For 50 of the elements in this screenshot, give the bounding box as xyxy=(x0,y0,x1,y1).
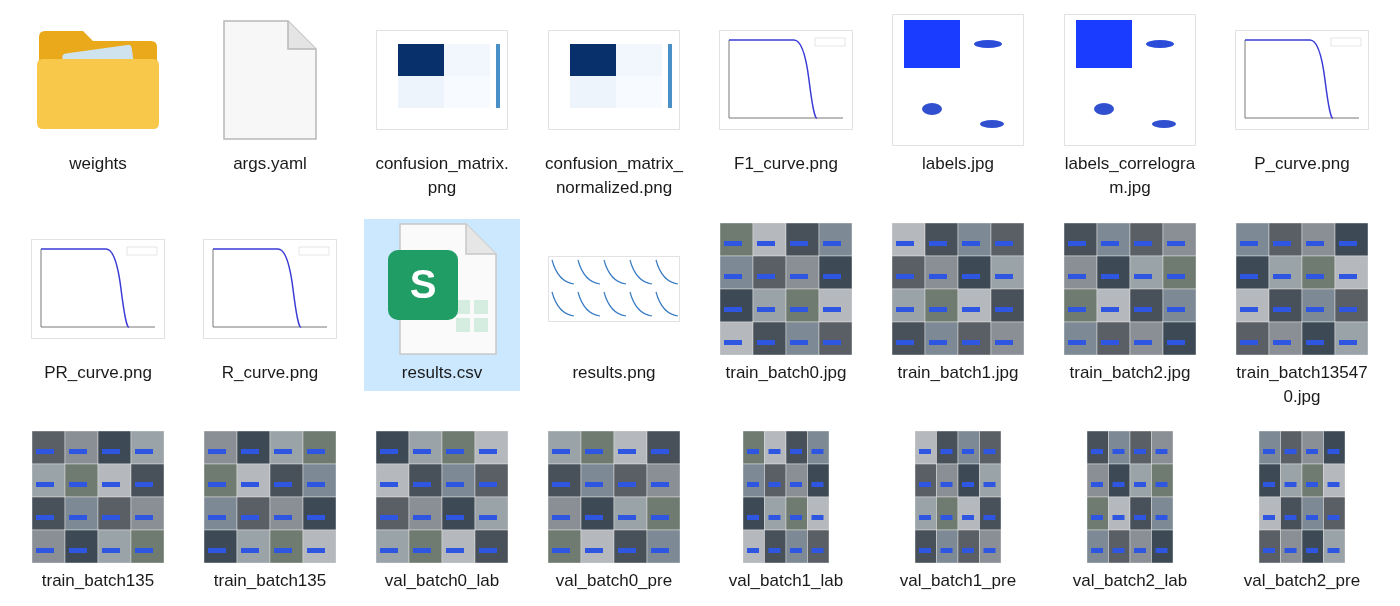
file-item[interactable]: labels.jpg xyxy=(880,10,1036,182)
folder-icon xyxy=(35,29,161,131)
file-name: R_curve.png xyxy=(220,361,320,384)
file-item[interactable]: labels_correlogram.jpg xyxy=(1052,10,1208,206)
file-name: weights xyxy=(68,153,128,175)
file-item[interactable]: val_batch1_lab xyxy=(708,427,864,600)
file-name: train_batch0.jpg xyxy=(724,361,848,384)
file-name: args.yaml xyxy=(232,153,308,175)
file-name: val_batch2_lab xyxy=(1071,570,1189,593)
file-name: train_batch135 xyxy=(212,570,328,593)
file-item[interactable]: train_batch2.jpg xyxy=(1052,218,1208,391)
file-item[interactable]: confusion_matrix.png xyxy=(364,10,520,206)
file-name: val_batch1_lab xyxy=(727,570,845,593)
file-name: labels.jpg xyxy=(921,153,995,175)
file-item[interactable]: S results.csv xyxy=(364,218,520,391)
file-name: results.png xyxy=(571,361,657,384)
file-item[interactable]: train_batch1.jpg xyxy=(880,218,1036,391)
file-name: train_batch2.jpg xyxy=(1068,361,1192,384)
file-item[interactable]: val_batch0_pre xyxy=(536,427,692,600)
file-item[interactable]: weights xyxy=(20,10,176,182)
file-name: confusion_matrix.png xyxy=(374,153,510,199)
file-name: F1_curve.png xyxy=(733,153,839,175)
file-name: confusion_matrix_normalized.png xyxy=(544,153,684,199)
file-item[interactable]: P_curve.png xyxy=(1224,10,1380,182)
file-item[interactable]: R_curve.png xyxy=(192,218,348,391)
file-name: labels_correlogram.jpg xyxy=(1063,153,1197,199)
file-item[interactable]: val_batch2_lab xyxy=(1052,427,1208,600)
file-name: val_batch1_pre xyxy=(898,570,1018,593)
file-item[interactable]: val_batch2_pre xyxy=(1224,427,1380,600)
file-item[interactable]: PR_curve.png xyxy=(20,218,176,391)
file-item[interactable]: confusion_matrix_normalized.png xyxy=(536,10,692,206)
file-name: train_batch1.jpg xyxy=(896,361,1020,384)
file-item[interactable]: train_batch135 xyxy=(20,427,176,600)
file-name: results.csv xyxy=(400,361,484,384)
file-name: val_batch0_lab xyxy=(383,570,501,593)
file-item[interactable]: train_batch0.jpg xyxy=(708,218,864,391)
file-item[interactable]: train_batch135470.jpg xyxy=(1224,218,1380,415)
file-item[interactable]: results.png xyxy=(536,218,692,391)
file-item[interactable]: F1_curve.png xyxy=(708,10,864,182)
file-name: PR_curve.png xyxy=(43,361,153,384)
file-name: val_batch0_pre xyxy=(554,570,674,593)
file-item[interactable]: args.yaml xyxy=(192,10,348,182)
file-name: train_batch135470.jpg xyxy=(1235,361,1369,408)
file-item[interactable]: val_batch1_pre xyxy=(880,427,1036,600)
file-name: val_batch2_pre xyxy=(1242,570,1362,593)
file-item[interactable]: val_batch0_lab xyxy=(364,427,520,600)
document-icon xyxy=(222,19,318,141)
file-name: train_batch135 xyxy=(40,570,156,593)
file-item[interactable]: train_batch135 xyxy=(192,427,348,600)
file-name: P_curve.png xyxy=(1253,153,1351,175)
